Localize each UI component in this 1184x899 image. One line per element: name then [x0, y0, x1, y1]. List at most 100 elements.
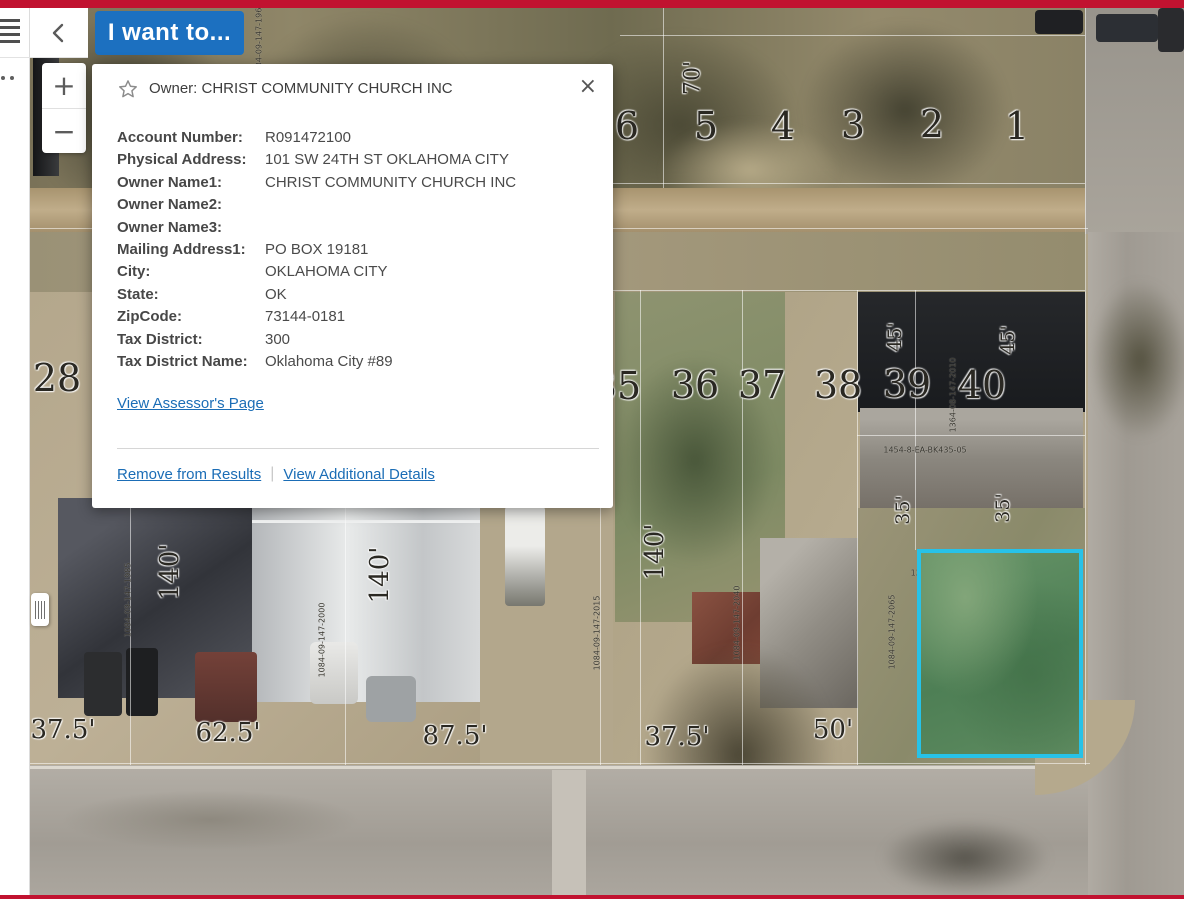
link-separator: |: [270, 465, 274, 483]
map-annotation-label: 140': [155, 544, 185, 601]
field-label: Physical Address:: [117, 149, 265, 171]
field-row: Owner Name3:: [117, 217, 599, 239]
map-annotation-label: 37.5': [30, 715, 95, 745]
map-annotation-label: 1: [1005, 104, 1029, 148]
map-annotation-label: 87.5': [422, 721, 487, 751]
parcel-id-label: 1084-09-147-2015: [593, 596, 602, 671]
parcel-boundary-line: [742, 290, 743, 765]
field-value: CHRIST COMMUNITY CHURCH INC: [265, 172, 516, 194]
field-row: Physical Address:101 SW 24TH ST OKLAHOMA…: [117, 149, 599, 171]
field-label: City:: [117, 261, 265, 283]
parcel-id-label: 1454-8-EA-BK435-05: [883, 446, 966, 455]
field-row: Tax District:300: [117, 329, 599, 351]
map-texture-patch: [30, 766, 1088, 769]
map-texture-patch: [1090, 280, 1184, 440]
field-value: 73144-0181: [265, 306, 345, 328]
field-value: 300: [265, 329, 290, 351]
map-annotation-label: 70': [681, 61, 706, 95]
parcel-boundary-line: [1085, 8, 1086, 765]
left-sidebar-rail: [0, 8, 30, 895]
popup-header: Owner: CHRIST COMMUNITY CHURCH INC ×: [117, 78, 599, 100]
field-label: ZipCode:: [117, 306, 265, 328]
field-value: OKLAHOMA CITY: [265, 261, 388, 283]
field-label: Tax District:: [117, 329, 265, 351]
bottom-accent-bar: [0, 895, 1184, 899]
field-label: Owner Name3:: [117, 217, 265, 239]
field-row: Tax District Name:Oklahoma City #89: [117, 351, 599, 373]
map-texture-patch: [84, 652, 122, 716]
map-annotation-label: 2: [920, 102, 944, 146]
parcel-id-label: 1364-08-147-2010: [949, 358, 958, 433]
map-annotation-label: 4: [771, 104, 795, 148]
field-row: Mailing Address1:PO BOX 19181: [117, 239, 599, 261]
parcel-id-label: 1084-09-147-1985: [124, 563, 133, 638]
parcel-boundary-line: [915, 290, 916, 550]
parcel-boundary-line: [30, 763, 1090, 764]
map-annotation-label: 45': [997, 325, 1019, 354]
map-annotation-label: 37.5': [644, 722, 709, 752]
map-annotation-label: 140': [640, 524, 670, 581]
field-value: 101 SW 24TH ST OKLAHOMA CITY: [265, 149, 509, 171]
field-row: City:OKLAHOMA CITY: [117, 261, 599, 283]
field-label: Mailing Address1:: [117, 239, 265, 261]
field-label: Tax District Name:: [117, 351, 265, 373]
i-want-to-button[interactable]: I want to...: [95, 11, 244, 55]
view-assessors-page-link[interactable]: View Assessor's Page: [117, 395, 264, 412]
zoom-control: + −: [42, 63, 86, 153]
parcel-boundary-line: [345, 508, 346, 765]
top-accent-bar: [0, 0, 1184, 8]
map-texture-patch: [252, 520, 480, 523]
menu-button[interactable]: [0, 16, 26, 46]
map-annotation-label: 3: [841, 103, 865, 147]
map-texture-patch: [1096, 14, 1158, 42]
parcel-id-label: 1084-09-147-2065: [888, 595, 897, 670]
field-value: Oklahoma City #89: [265, 351, 393, 373]
panel-expand-handle[interactable]: [31, 593, 49, 626]
map-texture-patch: [195, 652, 257, 722]
map-texture-patch: [366, 676, 416, 722]
field-value: OK: [265, 284, 287, 306]
popup-divider: [117, 448, 599, 449]
close-button[interactable]: ×: [577, 78, 599, 96]
map-annotation-label: 39: [883, 362, 931, 406]
selected-parcel-highlight[interactable]: [917, 549, 1083, 758]
map-texture-patch: [552, 770, 586, 896]
map-texture-patch: [1158, 8, 1184, 52]
map-annotation-label: 28: [33, 356, 81, 400]
favorite-star-icon[interactable]: [117, 78, 139, 100]
parcel-boundary-line: [613, 290, 1085, 291]
zoom-out-button[interactable]: −: [42, 108, 86, 153]
chevron-left-icon: [46, 20, 72, 46]
view-additional-details-link[interactable]: View Additional Details: [283, 466, 434, 483]
parcel-boundary-line: [857, 435, 1085, 436]
drag-dots-icon: [1, 73, 27, 83]
map-annotation-label: 62.5': [195, 718, 260, 748]
map-annotation-label: 45': [884, 322, 906, 351]
parcel-info-popup: Owner: CHRIST COMMUNITY CHURCH INC × Acc…: [92, 64, 613, 508]
popup-title: Owner: CHRIST COMMUNITY CHURCH INC: [149, 80, 577, 97]
field-row: Owner Name2:: [117, 194, 599, 216]
parcel-boundary-line: [857, 290, 858, 765]
field-label: Account Number:: [117, 127, 265, 149]
back-button[interactable]: [30, 8, 88, 57]
field-value: PO BOX 19181: [265, 239, 368, 261]
field-label: Owner Name1:: [117, 172, 265, 194]
map-texture-patch: [60, 790, 360, 850]
field-label: State:: [117, 284, 265, 306]
remove-from-results-link[interactable]: Remove from Results: [117, 466, 261, 483]
map-texture-patch: [1035, 10, 1083, 34]
map-annotation-label: 40: [958, 363, 1006, 407]
map-texture-patch: [505, 506, 545, 606]
header-divider: [0, 57, 88, 58]
map-annotation-label: 6: [615, 104, 639, 148]
field-row: ZipCode:73144-0181: [117, 306, 599, 328]
map-annotation-label: 36: [671, 363, 719, 407]
map-texture-patch: [880, 820, 1050, 896]
zoom-in-button[interactable]: +: [42, 63, 86, 108]
field-label: Owner Name2:: [117, 194, 265, 216]
field-row: Owner Name1:CHRIST COMMUNITY CHURCH INC: [117, 172, 599, 194]
map-annotation-label: 35': [992, 493, 1014, 522]
map-annotation-label: 38: [814, 363, 862, 407]
map-annotation-label: 5: [694, 104, 718, 148]
field-row: Account Number:R091472100: [117, 127, 599, 149]
